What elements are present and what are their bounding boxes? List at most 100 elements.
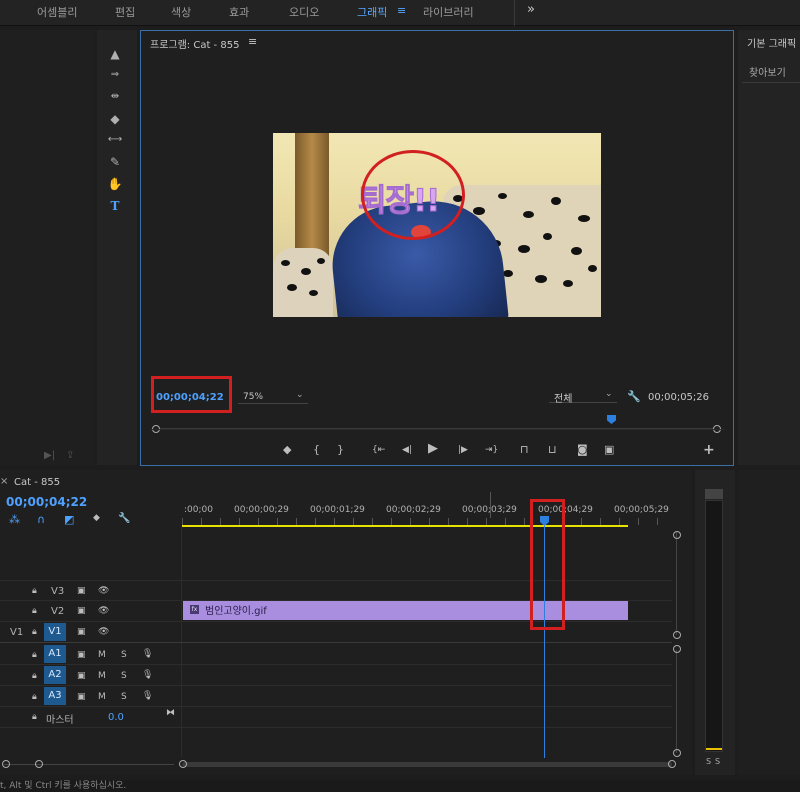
track-select-icon[interactable]: ⇒ [107,67,123,83]
sync-lock-icon[interactable]: ▣ [77,606,86,616]
go-to-out-icon[interactable]: ⇥} [485,443,498,457]
tab-audio[interactable]: 오디오 [289,4,319,20]
slip-tool-icon[interactable]: ⟷ [107,132,123,148]
linked-selection-icon[interactable]: ◩ [64,513,74,526]
scroll-handle[interactable] [673,531,681,539]
mic-icon[interactable]: 🎙︎ [142,670,153,680]
nest-icon[interactable]: ⁂ [9,513,20,526]
scroll-handle[interactable] [668,760,676,768]
timeline-horizontal-scrollbar[interactable] [182,762,672,767]
compare-view-icon[interactable]: ▣ [604,443,614,457]
timeline-panel [0,470,692,775]
snap-icon[interactable]: ∩ [37,513,45,526]
scroll-handle[interactable] [673,749,681,757]
export-icon[interactable]: ⇪ [66,450,74,461]
wrench-icon[interactable]: 🔧 [118,513,130,524]
source-v1-label[interactable]: V1 [10,627,23,638]
mark-out-icon[interactable]: } [337,443,344,457]
panel-menu-icon[interactable]: ≡ [248,35,257,48]
mute-button[interactable]: M [98,692,106,702]
scroll-handle[interactable] [2,760,10,768]
marker-icon[interactable]: ◆ [283,443,291,457]
scroll-handle[interactable] [673,631,681,639]
selection-tool-icon[interactable]: ▲ [107,46,123,62]
leopard-cushion [273,248,333,317]
mute-button[interactable]: M [98,650,106,660]
master-volume-value[interactable]: 0.0 [108,712,124,723]
tab-color[interactable]: 색상 [171,4,191,20]
track-v3-label[interactable]: V3 [51,586,64,597]
mic-icon[interactable]: 🎙︎ [142,691,153,701]
tab-effects[interactable]: 효과 [229,4,249,20]
mute-button[interactable]: M [98,671,106,681]
tab-assembly[interactable]: 어셈블리 [37,4,77,20]
solo-right-button[interactable]: S [715,757,720,766]
mark-in-icon[interactable]: { [313,443,320,457]
camera-icon[interactable]: ◙ [577,443,588,457]
tab-libraries[interactable]: 라이브러리 [423,4,474,20]
scroll-handle[interactable] [35,760,43,768]
add-marker-icon[interactable]: ◆ [93,513,100,523]
ruler-ticks[interactable] [182,518,672,525]
tab-graphics[interactable]: 그래픽 [357,4,387,20]
pen-tool-icon[interactable]: ✎ [107,154,123,170]
play-icon[interactable]: ▶ [428,442,438,456]
lock-icon[interactable]: 🔒︎ [32,692,37,702]
track-a2-target[interactable]: A2 [44,666,66,684]
solo-button[interactable]: S [121,692,127,702]
track-v1-target[interactable]: V1 [44,623,66,641]
mic-icon[interactable]: 🎙︎ [142,649,153,659]
lock-icon[interactable]: 🔒︎ [32,627,37,637]
step-back-icon[interactable]: ◀| [402,443,412,457]
lock-icon[interactable]: 🔒︎ [32,712,37,722]
track-a1-target[interactable]: A1 [44,645,66,663]
razor-tool-icon[interactable]: ◆ [107,111,123,127]
add-button-icon[interactable]: + [703,443,715,457]
lift-icon[interactable]: ⊓ [520,443,529,457]
solo-button[interactable]: S [121,650,127,660]
lock-icon[interactable]: 🔒︎ [32,606,37,616]
sync-lock-icon[interactable]: ▣ [77,692,86,702]
sequence-tab[interactable]: Cat - 855 [14,477,60,488]
timeline-timecode[interactable]: 00;00;04;22 [6,495,87,509]
eye-icon[interactable]: 👁︎ [98,627,109,637]
lock-icon[interactable]: 🔒︎ [32,671,37,681]
solo-left-button[interactable]: S [706,757,711,766]
sync-lock-icon[interactable]: ▣ [77,627,86,637]
track-a3-target[interactable]: A3 [44,687,66,705]
step-forward-icon[interactable]: |▶ [458,443,468,457]
hand-tool-icon[interactable]: ✋ [107,176,123,192]
divider [514,0,515,26]
ripple-edit-icon[interactable]: ⇹ [107,89,123,105]
tab-edit[interactable]: 편집 [115,4,135,20]
insert-icon[interactable]: ▶| [44,450,55,461]
eye-icon[interactable]: 👁︎ [98,606,109,616]
go-to-in-icon[interactable]: {⇤ [372,443,385,457]
scroll-handle[interactable] [673,645,681,653]
solo-button[interactable]: S [121,671,127,681]
sync-lock-icon[interactable]: ▣ [77,586,86,596]
lock-icon[interactable]: 🔒︎ [32,650,37,660]
track-divider [0,706,672,707]
tab-graphics-menu-icon[interactable]: ≡ [397,4,406,17]
sync-lock-icon[interactable]: ▣ [77,671,86,681]
project-panel: ▶| ⇪ [0,30,95,465]
type-tool-icon[interactable]: T [107,198,123,214]
close-icon[interactable]: × [0,476,8,487]
master-track-label: 마스터 [46,715,74,726]
zoom-select[interactable]: 75% ⌄ [238,390,308,404]
fx-badge: fx [190,605,199,614]
go-to-end-icon[interactable]: ⧓ [166,708,175,718]
lock-icon[interactable]: 🔒︎ [32,586,37,596]
sync-lock-icon[interactable]: ▣ [77,650,86,660]
scroll-handle[interactable] [179,760,187,768]
track-v2-label[interactable]: V2 [51,606,64,617]
status-text: t, Alt 및 Ctrl 키를 사용하십시오. [0,781,127,791]
extract-icon[interactable]: ⊔ [548,443,557,457]
wrench-icon[interactable]: 🔧 [627,390,641,403]
ruler-label: 00;00;01;29 [310,505,365,515]
resolution-select[interactable]: 전체 ⌄ [549,389,617,405]
tab-browse[interactable]: 찾아보기 [749,64,786,79]
eye-icon[interactable]: 👁︎ [98,586,109,596]
overflow-icon[interactable]: » [527,2,535,17]
